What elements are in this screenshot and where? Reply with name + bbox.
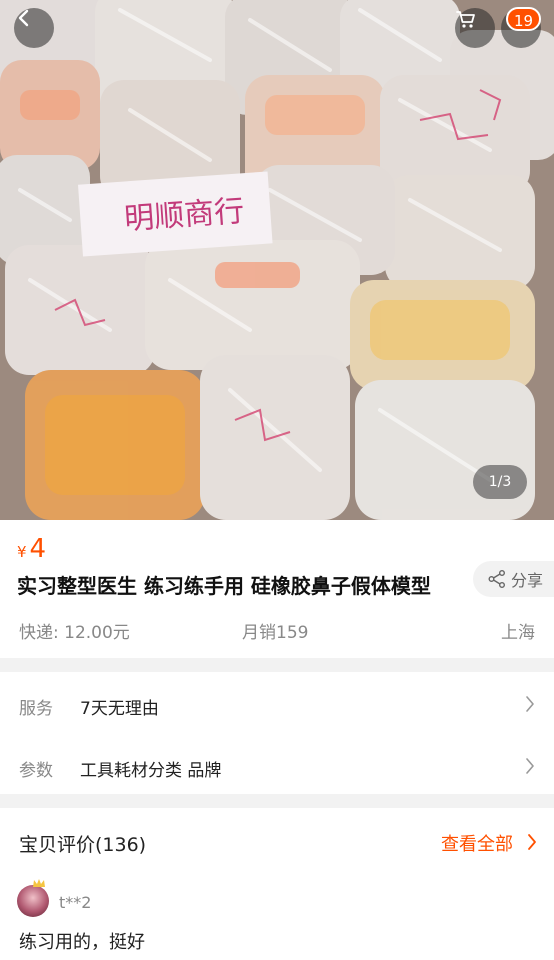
chevron-right-icon bbox=[526, 696, 534, 712]
product-photo bbox=[0, 0, 554, 520]
reviews-title: 宝贝评价(136) bbox=[19, 834, 147, 856]
share-icon bbox=[488, 570, 505, 588]
image-pager: 1/3 bbox=[473, 465, 527, 499]
service-value: 7天无理由 bbox=[80, 699, 159, 719]
params-value: 工具耗材分类 品牌 bbox=[80, 761, 222, 781]
service-params-section: 服务 7天无理由 参数 工具耗材分类 品牌 bbox=[0, 672, 554, 794]
params-key: 参数 bbox=[19, 761, 53, 781]
service-row[interactable]: 服务 7天无理由 bbox=[0, 674, 554, 734]
review-text: 练习用的，挺好 bbox=[19, 932, 145, 953]
ship-from-location: 上海 bbox=[501, 623, 535, 643]
product-info: ¥4 实习整型医生 练习练手用 硅橡胶鼻子假体模型 分享 快递: 12.00元 … bbox=[0, 520, 554, 658]
cart-icon bbox=[456, 11, 475, 28]
chevron-right-icon[interactable] bbox=[526, 832, 538, 852]
avatar[interactable] bbox=[17, 885, 49, 917]
product-detail-page: 明顺商行 19 1/3 ¥4 实习整型医生 练习练手用 硅橡胶鼻子假体模型 分享… bbox=[0, 0, 554, 960]
back-button[interactable] bbox=[14, 8, 54, 48]
product-image[interactable]: 明顺商行 19 1/3 bbox=[0, 0, 554, 520]
back-icon bbox=[18, 9, 29, 27]
cart-button[interactable] bbox=[455, 8, 495, 48]
share-label: 分享 bbox=[511, 571, 544, 590]
share-button[interactable]: 分享 bbox=[473, 561, 554, 597]
monthly-sales: 月销159 bbox=[242, 623, 309, 643]
service-key: 服务 bbox=[19, 699, 53, 719]
product-title: 实习整型医生 练习练手用 硅橡胶鼻子假体模型 bbox=[17, 574, 431, 598]
shipping-fee: 快递: 12.00元 bbox=[19, 623, 130, 643]
crown-icon bbox=[33, 879, 45, 887]
review-username: t**2 bbox=[59, 893, 92, 912]
currency-symbol: ¥ bbox=[17, 543, 27, 561]
cart-count-badge: 19 bbox=[506, 7, 542, 31]
price-value: 4 bbox=[29, 534, 47, 564]
params-row[interactable]: 参数 工具耗材分类 品牌 bbox=[0, 736, 554, 796]
price: ¥4 bbox=[17, 534, 46, 564]
view-all-reviews-link[interactable]: 查看全部 bbox=[441, 830, 513, 856]
reviews-section: 宝贝评价(136) 查看全部 t**2 练习用的，挺好 bbox=[0, 808, 554, 960]
chevron-right-icon bbox=[526, 758, 534, 774]
